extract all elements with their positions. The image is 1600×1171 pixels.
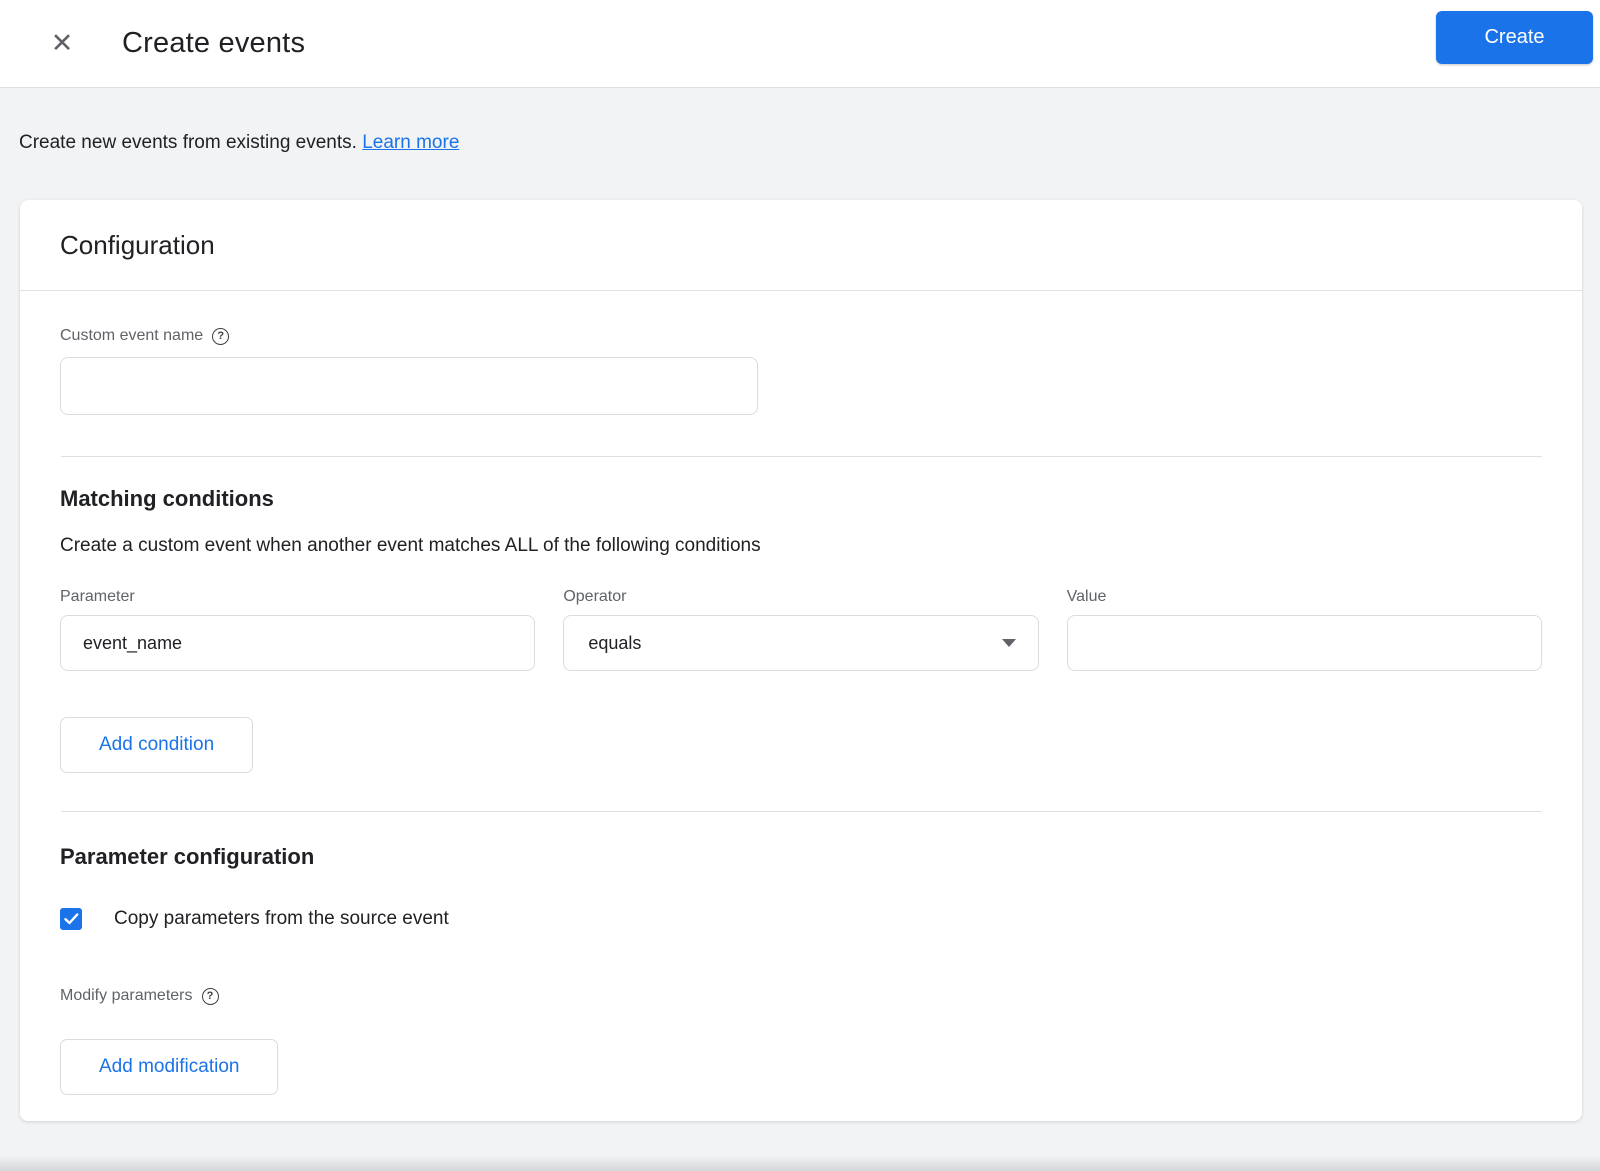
add-modification-button[interactable]: Add modification (60, 1039, 279, 1095)
checkmark-icon (63, 913, 78, 925)
operator-selected-value: equals (588, 632, 642, 653)
matching-conditions-section: Matching conditions Create a custom even… (20, 457, 1582, 773)
condition-row: Parameter Operator equals Value (60, 588, 1542, 671)
copy-parameters-label: Copy parameters from the source event (114, 908, 449, 929)
value-label: Value (1066, 588, 1107, 605)
close-icon: ✕ (50, 28, 74, 58)
bottom-shadow (0, 1155, 1600, 1171)
card-header: Configuration (20, 200, 1582, 291)
dialog-header: ✕ Create events Create (0, 0, 1600, 88)
copy-parameters-checkbox[interactable] (60, 908, 82, 930)
create-button[interactable]: Create (1436, 11, 1593, 64)
custom-event-name-input[interactable] (60, 357, 758, 415)
parameter-input[interactable] (60, 615, 536, 671)
close-button[interactable]: ✕ (44, 26, 80, 62)
configuration-title: Configuration (60, 230, 215, 260)
operator-column: Operator equals (563, 588, 1039, 671)
modify-parameters-label: Modify parameters (60, 987, 193, 1004)
copy-parameters-row[interactable]: Copy parameters from the source event (60, 908, 1542, 930)
configuration-card: Configuration Custom event name ? Matchi… (20, 200, 1582, 1121)
parameter-label: Parameter (60, 588, 135, 605)
parameter-configuration-title: Parameter configuration (60, 844, 315, 869)
operator-select[interactable]: equals (563, 615, 1039, 671)
chevron-down-icon (1001, 639, 1016, 647)
operator-label: Operator (563, 588, 627, 605)
value-input[interactable] (1066, 615, 1542, 671)
value-column: Value (1066, 588, 1542, 671)
matching-conditions-description: Create a custom event when another event… (60, 535, 761, 556)
parameter-configuration-section: Parameter configuration Copy parameters … (20, 812, 1582, 1095)
page-title: Create events (122, 27, 306, 59)
modify-parameters-row: Modify parameters ? (60, 987, 1542, 1005)
intro-text: Create new events from existing events. … (0, 88, 1600, 154)
help-icon[interactable]: ? (201, 987, 219, 1005)
learn-more-link[interactable]: Learn more (362, 132, 459, 153)
add-condition-button[interactable]: Add condition (60, 717, 254, 773)
custom-event-name-section: Custom event name ? (20, 291, 1582, 415)
parameter-column: Parameter (60, 588, 536, 671)
help-icon[interactable]: ? (212, 327, 230, 345)
custom-event-name-label: Custom event name (60, 327, 204, 344)
matching-conditions-title: Matching conditions (60, 486, 274, 511)
intro-description: Create new events from existing events. (19, 132, 357, 153)
